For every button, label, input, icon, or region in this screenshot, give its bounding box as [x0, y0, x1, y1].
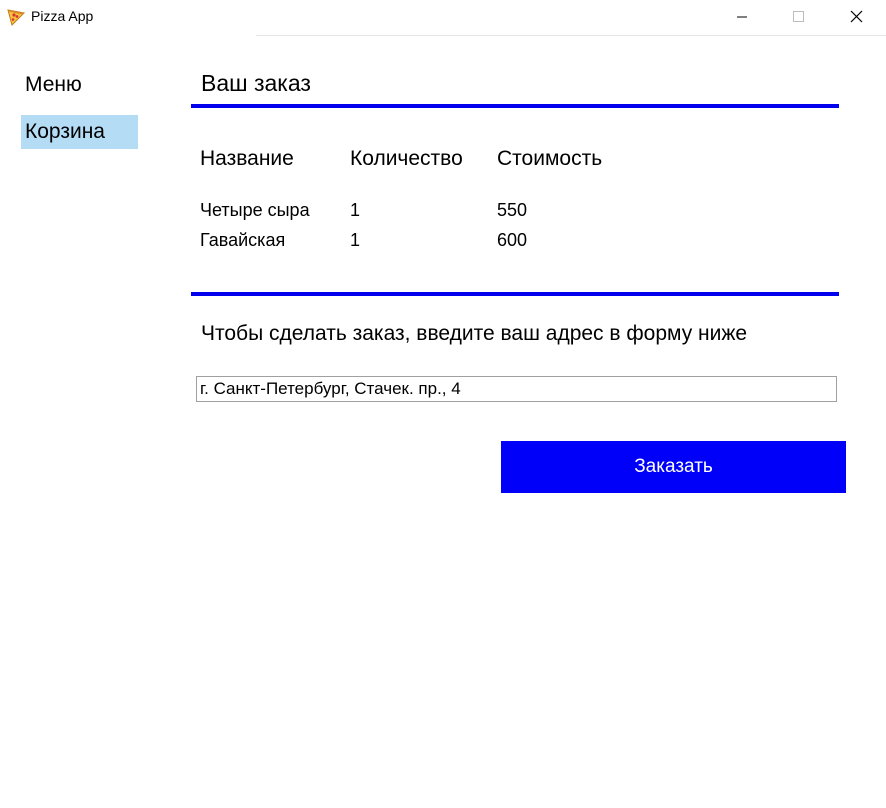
- sidebar-item-label: Меню: [25, 73, 82, 96]
- table-cell-name: Четыре сыра: [200, 200, 310, 220]
- title-bar: Pizza App: [0, 0, 886, 34]
- sidebar-item-cart[interactable]: Корзина: [21, 115, 138, 149]
- divider-top: [191, 104, 839, 108]
- minimize-button[interactable]: [713, 0, 771, 34]
- maximize-button[interactable]: [769, 0, 827, 34]
- column-header-quantity: Количество: [350, 147, 463, 170]
- table-cell-quantity: 1: [350, 230, 361, 250]
- window-title: Pizza App: [31, 8, 94, 24]
- sidebar-item-label: Корзина: [25, 120, 105, 143]
- close-icon: [850, 10, 863, 23]
- order-button[interactable]: Заказать: [501, 441, 846, 493]
- column-header-price: Стоимость: [497, 147, 603, 170]
- table-cell-name: Гавайская: [200, 230, 286, 250]
- app-window: Pizza App Меню Корзина Ваш заказ Названи…: [0, 0, 886, 808]
- title-bar-divider: [256, 35, 886, 36]
- table-cell-price: 550: [497, 200, 528, 220]
- page-title: Ваш заказ: [201, 70, 311, 96]
- address-input[interactable]: [196, 376, 837, 402]
- table-cell-price: 600: [497, 230, 528, 250]
- sidebar-item-menu[interactable]: Меню: [21, 68, 146, 102]
- divider-bottom: [191, 292, 839, 296]
- pizza-slice-icon: [6, 7, 26, 27]
- minimize-icon: [737, 16, 747, 18]
- close-button[interactable]: [827, 0, 885, 34]
- column-header-name: Название: [200, 147, 294, 170]
- table-cell-quantity: 1: [350, 200, 361, 220]
- address-instruction: Чтобы сделать заказ, введите ваш адрес в…: [201, 322, 748, 345]
- maximize-icon: [793, 11, 804, 22]
